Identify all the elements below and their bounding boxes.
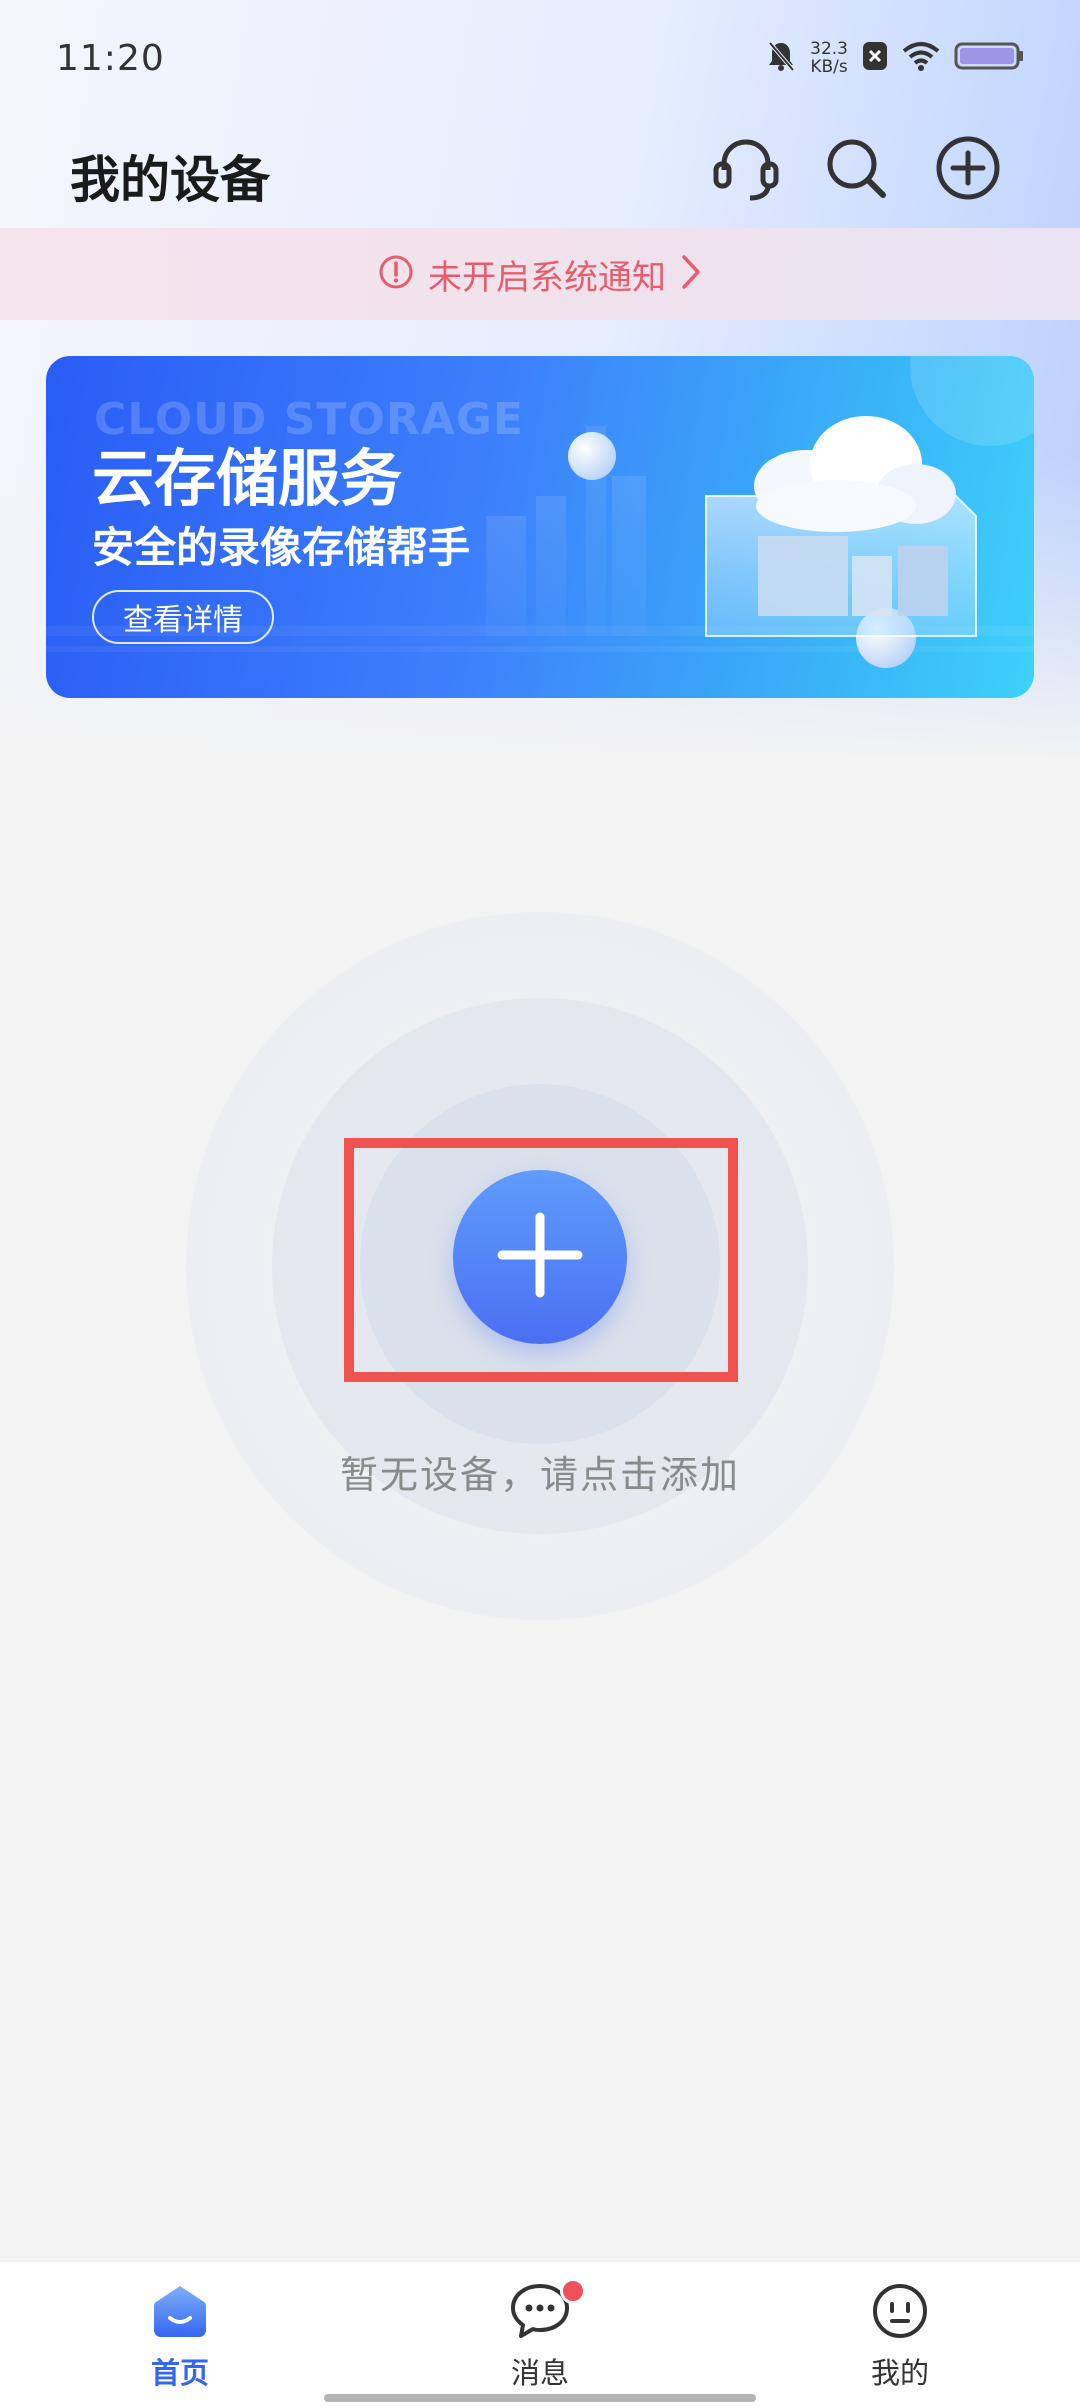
tab-messages[interactable]: 消息 bbox=[460, 2278, 620, 2392]
tab-home-label: 首页 bbox=[150, 2356, 209, 2390]
net-speed-value: 32.3 bbox=[810, 39, 848, 59]
status-time: 11:20 bbox=[56, 38, 165, 79]
notification-disabled-banner[interactable]: 未开启系统通知 bbox=[0, 228, 1080, 320]
wifi-icon bbox=[902, 41, 940, 75]
battery-icon bbox=[954, 40, 1024, 76]
status-bar: 11:20 32.3 KB/s bbox=[0, 0, 1080, 120]
search-icon[interactable] bbox=[818, 130, 894, 206]
mute-bell-icon bbox=[766, 40, 796, 76]
add-circle-icon[interactable] bbox=[930, 130, 1006, 206]
tab-messages-label: 消息 bbox=[510, 2356, 569, 2390]
smiley-face-icon bbox=[870, 2282, 930, 2344]
highlight-annotation-box bbox=[344, 1138, 738, 1382]
status-icons: 32.3 KB/s bbox=[766, 40, 1024, 76]
app-notification-icon bbox=[862, 41, 888, 75]
cloud-storage-banner[interactable]: CLOUD STORAGE 云存储服务 安全的录像存储帮手 查看详情 bbox=[46, 356, 1034, 698]
tab-home[interactable]: 首页 bbox=[100, 2282, 260, 2392]
empty-state-message: 暂无设备，请点击添加 bbox=[339, 1453, 740, 1497]
cloud-box-illustration bbox=[568, 416, 977, 668]
chevron-right-icon bbox=[680, 253, 702, 295]
tab-profile[interactable]: 我的 bbox=[820, 2282, 980, 2392]
home-indicator bbox=[324, 2394, 756, 2402]
net-speed-unit: KB/s bbox=[810, 57, 848, 77]
tab-profile-label: 我的 bbox=[870, 2356, 929, 2390]
home-icon bbox=[150, 2282, 210, 2344]
notice-text: 未开启系统通知 bbox=[428, 257, 666, 298]
app-header: 我的设备 bbox=[0, 120, 1080, 228]
net-speed: 32.3 KB/s bbox=[810, 40, 848, 76]
message-badge bbox=[560, 2278, 586, 2304]
bottom-tab-bar: 首页 消息 我的 bbox=[0, 2262, 1080, 2408]
page-title: 我的设备 bbox=[70, 151, 270, 209]
alert-circle-icon bbox=[378, 254, 414, 294]
headset-support-icon[interactable] bbox=[708, 130, 784, 206]
